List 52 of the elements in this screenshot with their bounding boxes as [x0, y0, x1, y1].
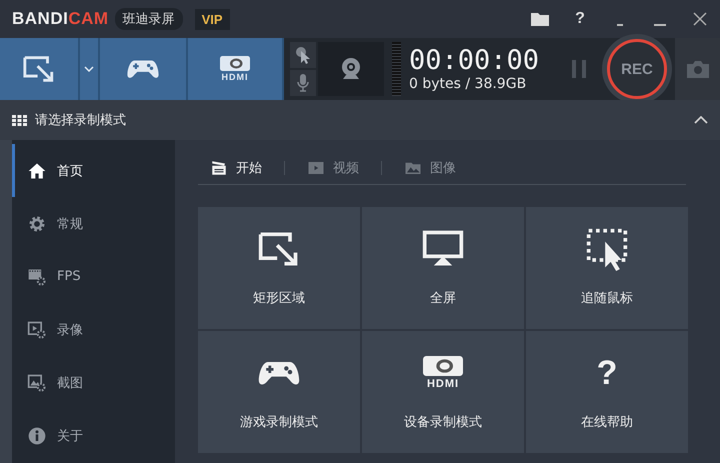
microphone-toggle-button[interactable] — [290, 70, 316, 96]
tab[interactable]: 图像 — [404, 159, 456, 177]
app-logo: BANDICAM — [12, 9, 109, 29]
webcam-icon — [340, 57, 362, 81]
product-name-badge: 班迪录屏 — [114, 8, 183, 30]
mode-bar-title: 请选择录制模式 — [35, 112, 126, 129]
tab[interactable]: 开始 — [210, 159, 262, 177]
info-icon — [27, 426, 47, 446]
film-gear-icon — [27, 266, 47, 287]
picture-gear-icon — [27, 373, 47, 394]
sidebar-item[interactable]: FPS — [12, 250, 175, 304]
close-icon[interactable] — [693, 12, 707, 26]
device-mode-button[interactable]: HDMI — [188, 38, 284, 100]
file-size-readout: 0 bytes / 38.9GB — [409, 76, 528, 92]
recording-timer: 00:00:00 — [409, 46, 540, 76]
cursor-click-icon — [295, 46, 311, 64]
grid-icon — [12, 114, 27, 126]
rectangle-mode-button[interactable] — [0, 38, 80, 100]
gear-icon — [27, 214, 47, 234]
pause-icon — [572, 60, 586, 78]
folder-icon[interactable] — [531, 12, 549, 26]
sidebar-item[interactable]: 截图 — [12, 356, 175, 410]
tab[interactable]: 视频 — [307, 159, 359, 177]
hdmi-label: HDMI — [222, 72, 248, 82]
sidebar-item[interactable]: 录像 — [12, 304, 175, 357]
follow-mode-tile[interactable]: 追随鼠标 — [526, 207, 688, 329]
home-icon — [27, 160, 47, 181]
help-button[interactable]: ? — [560, 10, 600, 28]
caret-icon — [84, 66, 94, 72]
audio-level-meter — [392, 42, 401, 96]
webcam-button[interactable] — [318, 42, 384, 96]
sidebar-item[interactable]: 常规 — [12, 197, 175, 250]
game-mode-button[interactable] — [100, 38, 188, 100]
sidebar-item[interactable]: 关于 — [12, 410, 175, 463]
question-mark-icon: ? — [596, 353, 618, 393]
device-mode-tile[interactable]: HDMI 设备录制模式 — [362, 331, 524, 453]
cursor-toggle-button[interactable] — [290, 42, 316, 68]
game-mode-tile[interactable]: 游戏录制模式 — [198, 331, 360, 453]
hdmi-label: HDMI — [426, 378, 460, 390]
projector-icon — [423, 356, 463, 376]
vip-badge[interactable]: VIP — [194, 8, 230, 30]
clapperboard-icon — [210, 159, 228, 177]
fullscreen-mode-tile[interactable]: 全屏 — [362, 207, 524, 329]
rectangle-mode-tile[interactable]: 矩形区域 — [198, 207, 360, 329]
video-gear-icon — [27, 320, 47, 340]
dotted-area-cursor-icon — [585, 227, 629, 271]
video-icon — [307, 159, 325, 177]
camera-icon — [686, 60, 708, 78]
projector-icon — [220, 56, 250, 71]
help-mode-tile[interactable]: ? 在线帮助 — [526, 331, 688, 453]
collapse-chevron-icon[interactable] — [694, 116, 708, 124]
microphone-icon — [297, 74, 309, 92]
